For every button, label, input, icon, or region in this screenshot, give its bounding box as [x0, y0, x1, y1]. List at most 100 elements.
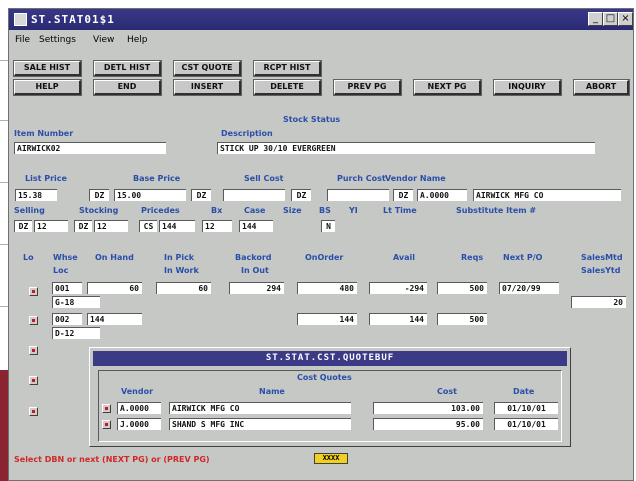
quote-date-field[interactable]: 01/10/01	[494, 402, 558, 414]
avail-header: Avail	[393, 253, 416, 262]
sales-field[interactable]: 20	[571, 296, 626, 308]
quote-cost-field[interactable]: 103.00	[373, 402, 483, 414]
inquiry-button[interactable]: INQUIRY	[494, 80, 561, 95]
in-pick-field[interactable]: 60	[156, 282, 211, 294]
menu-bar: File Settings View Help	[9, 32, 633, 48]
on-order-field[interactable]: 144	[297, 313, 357, 325]
detl-hist-button[interactable]: DETL HIST	[94, 61, 161, 76]
avail-field[interactable]: 144	[369, 313, 427, 325]
help-button[interactable]: HELP	[14, 80, 81, 95]
sell-cost-label: Sell Cost	[244, 174, 284, 183]
quote-cost-field[interactable]: 95.00	[373, 418, 483, 430]
background-divider	[0, 60, 8, 61]
menu-view[interactable]: View	[93, 35, 114, 45]
whse-field[interactable]: 001	[52, 282, 82, 294]
sell-cost-field[interactable]	[223, 189, 285, 201]
backord-field[interactable]: 294	[229, 282, 284, 294]
purch-cost-unit-field[interactable]: DZ	[393, 189, 413, 201]
stocking-label: Stocking	[79, 206, 119, 215]
reqs-header: Reqs	[461, 253, 484, 262]
row-select-checkbox[interactable]	[29, 346, 38, 355]
purch-cost-field[interactable]	[327, 189, 389, 201]
row-select-checkbox[interactable]	[29, 316, 38, 325]
in-work-header: In Work	[164, 266, 199, 275]
menu-file[interactable]: File	[15, 35, 30, 45]
menu-help[interactable]: Help	[127, 35, 148, 45]
loc-field[interactable]: D-12	[52, 327, 100, 339]
sale-hist-button[interactable]: SALE HIST	[14, 61, 81, 76]
vendor-code-field[interactable]: A.0000	[417, 189, 467, 201]
on-order-header: OnOrder	[305, 253, 344, 262]
background-accent	[0, 370, 8, 481]
row-select-checkbox[interactable]	[29, 407, 38, 416]
cost-quotes-panel: Cost Quotes Vendor Name Cost Date A.0000…	[98, 370, 562, 442]
on-hand-field[interactable]: 144	[87, 313, 142, 325]
maximize-button[interactable]: □	[603, 12, 618, 26]
quote-date-field[interactable]: 01/10/01	[494, 418, 558, 430]
pricedes-qty-field[interactable]: 144	[159, 220, 195, 232]
quote-name-field[interactable]: AIRWICK MFG CO	[169, 402, 351, 414]
dialog-title[interactable]: ST.STAT.CST.QUOTEBUF	[93, 351, 567, 366]
abort-button[interactable]: ABORT	[574, 80, 629, 95]
row-select-checkbox[interactable]	[29, 376, 38, 385]
pricedes-label: Pricedes	[141, 206, 180, 215]
window-title: ST.STAT01$1	[31, 13, 115, 26]
end-button[interactable]: END	[94, 80, 161, 95]
stocking-qty-field[interactable]: 12	[94, 220, 128, 232]
insert-button[interactable]: INSERT	[174, 80, 241, 95]
stocking-unit-field[interactable]: DZ	[74, 220, 92, 232]
list-price-field[interactable]: 15.38	[15, 189, 57, 201]
case-label: Case	[244, 206, 266, 215]
row-select-checkbox[interactable]	[29, 287, 38, 296]
delete-button[interactable]: DELETE	[254, 80, 321, 95]
bs-field[interactable]: N	[321, 220, 335, 232]
selling-qty-field[interactable]: 12	[34, 220, 68, 232]
reqs-field[interactable]: 500	[437, 313, 487, 325]
quote-select-checkbox[interactable]	[102, 420, 111, 429]
whse-field[interactable]: 002	[52, 313, 82, 325]
quote-vendor-field[interactable]: J.0000	[117, 418, 161, 430]
avail-field[interactable]: -294	[369, 282, 427, 294]
cost-header: Cost	[437, 387, 457, 396]
vendor-name-label: Vendor Name	[385, 174, 446, 183]
purch-cost-label: Purch Cost	[337, 174, 386, 183]
quote-select-checkbox[interactable]	[102, 404, 111, 413]
selling-unit-field[interactable]: DZ	[14, 220, 32, 232]
title-bar[interactable]: ST.STAT01$1 _ □ ×	[9, 9, 633, 30]
lo-header: Lo	[23, 253, 34, 262]
on-hand-field[interactable]: 60	[87, 282, 142, 294]
vendor-name-field[interactable]: AIRWICK MFG CO	[473, 189, 621, 201]
loc-header: Loc	[53, 266, 69, 275]
app-icon[interactable]	[14, 13, 27, 26]
quote-vendor-field[interactable]: A.0000	[117, 402, 161, 414]
case-field[interactable]: 144	[239, 220, 273, 232]
close-button[interactable]: ×	[618, 12, 633, 26]
list-price-unit-field[interactable]: DZ	[89, 189, 109, 201]
bx-field[interactable]: 12	[202, 220, 232, 232]
minimize-button[interactable]: _	[588, 12, 603, 26]
on-order-field[interactable]: 480	[297, 282, 357, 294]
background-divider	[0, 182, 8, 183]
menu-settings[interactable]: Settings	[39, 35, 76, 45]
reqs-field[interactable]: 500	[437, 282, 487, 294]
description-field[interactable]: STICK UP 30/10 EVERGREEN	[217, 142, 595, 154]
background-divider	[0, 120, 8, 121]
quote-name-field[interactable]: SHAND S MFG INC	[169, 418, 351, 430]
description-label: Description	[221, 129, 273, 138]
base-price-field[interactable]: 15.00	[114, 189, 186, 201]
item-number-field[interactable]: AIRWICK02	[14, 142, 166, 154]
loc-field[interactable]: G-18	[52, 296, 100, 308]
substitute-item-label: Substitute Item #	[456, 206, 537, 215]
next-po-header: Next P/O	[503, 253, 543, 262]
next-pg-button[interactable]: NEXT PG	[414, 80, 481, 95]
sell-cost-unit-field[interactable]: DZ	[291, 189, 311, 201]
background-divider	[0, 244, 8, 245]
sales-ytd-header: SalesYtd	[581, 266, 621, 275]
base-price-unit-field[interactable]: DZ	[191, 189, 211, 201]
rcpt-hist-button[interactable]: RCPT HIST	[254, 61, 321, 76]
pricedes-unit-field[interactable]: CS	[139, 220, 157, 232]
prev-pg-button[interactable]: PREV PG	[334, 80, 401, 95]
cst-quote-button[interactable]: CST QUOTE	[174, 61, 241, 76]
next-po-field[interactable]: 07/20/99	[499, 282, 559, 294]
item-number-label: Item Number	[14, 129, 74, 138]
